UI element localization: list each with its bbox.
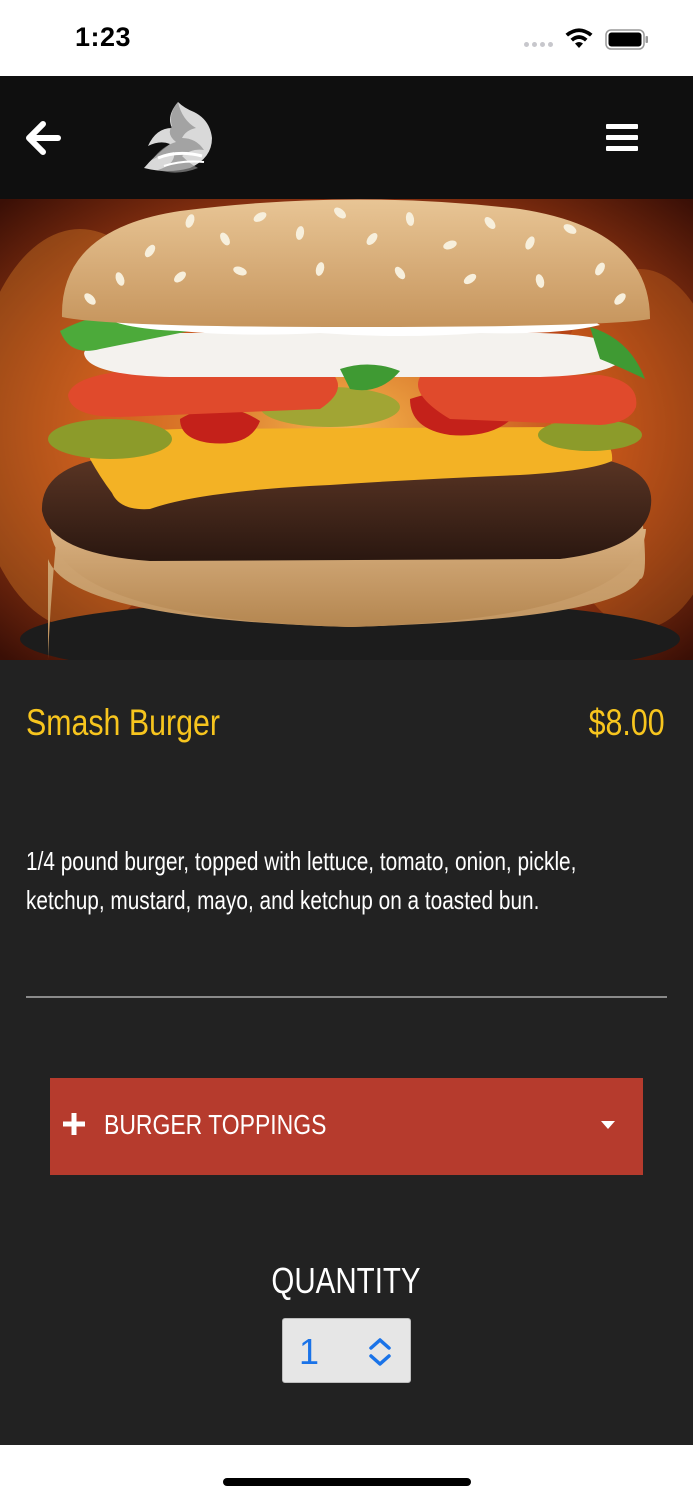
status-bar: 1:23 [0, 0, 693, 76]
quantity-label-text: QUANTITY [271, 1260, 422, 1301]
plus-icon [63, 1113, 85, 1135]
home-indicator[interactable] [223, 1478, 471, 1486]
quantity-label: QUANTITY [0, 1260, 693, 1302]
wifi-icon [565, 28, 593, 48]
product-details: Smash Burger $8.00 1/4 pound burger, top… [0, 660, 693, 1445]
product-name: Smash Burger [26, 702, 220, 743]
battery-icon [605, 29, 648, 50]
home-area [0, 1445, 693, 1500]
divider [26, 996, 667, 998]
back-arrow-icon[interactable] [22, 116, 68, 160]
burger-photo [0, 199, 693, 660]
burger-toppings-accordion[interactable]: BURGER TOPPINGS [50, 1078, 643, 1175]
quantity-value: 1 [299, 1331, 320, 1372]
brand-logo-icon[interactable] [138, 98, 218, 178]
quantity-select[interactable]: 1 [282, 1318, 411, 1383]
app-header [0, 76, 693, 199]
caret-down-icon [601, 1121, 615, 1129]
hamburger-menu-icon[interactable] [600, 118, 644, 158]
cellular-signal-icon [524, 42, 553, 47]
product-price: $8.00 [589, 702, 665, 743]
chevron-up-down-icon [369, 1338, 391, 1366]
status-time: 1:23 [75, 22, 132, 52]
product-description: 1/4 pound burger, topped with lettuce, t… [26, 846, 577, 915]
accordion-label: BURGER TOPPINGS [104, 1109, 327, 1140]
